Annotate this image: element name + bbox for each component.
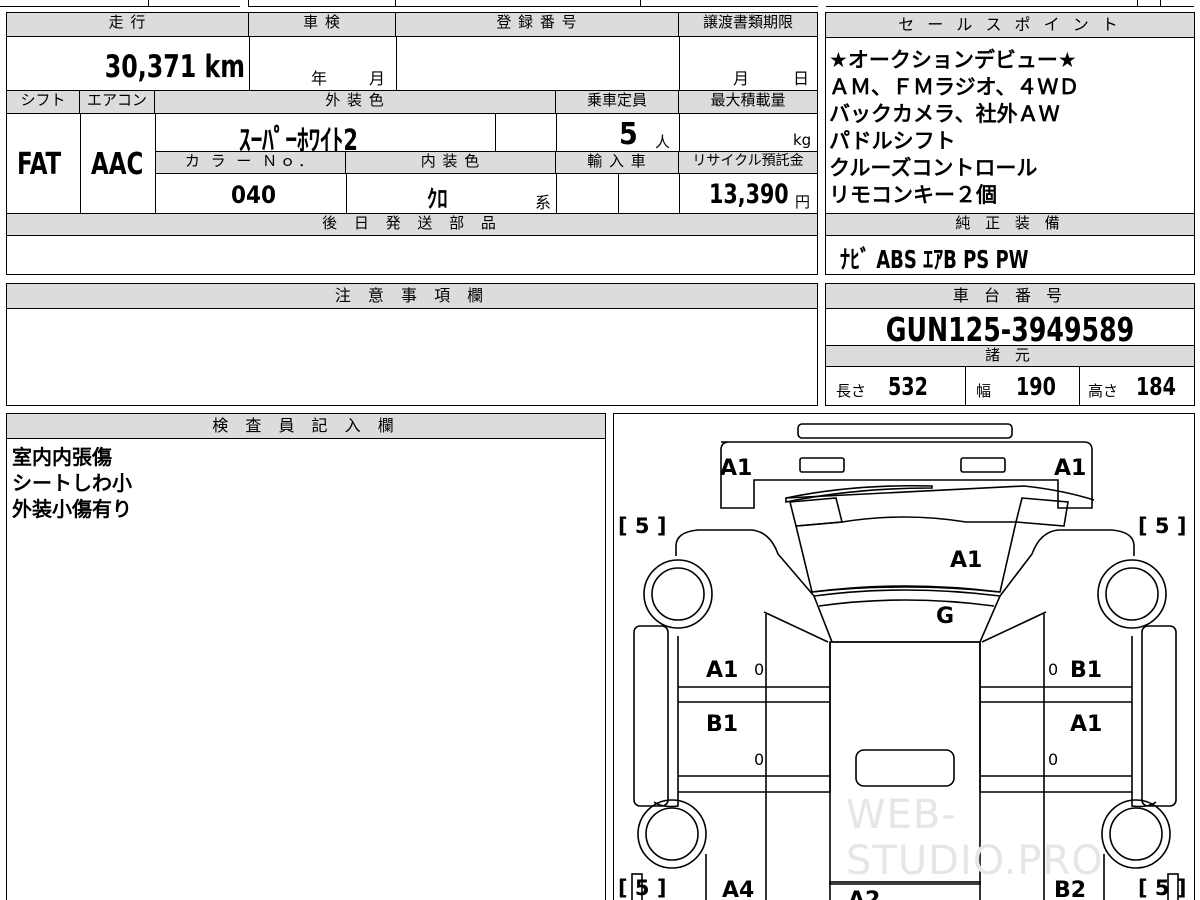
inspection-month-label: 月 (369, 69, 386, 88)
capacity-unit: 人 (655, 133, 671, 151)
front-right-damage: A1 (1054, 456, 1087, 481)
ac-header: エアコン (80, 91, 155, 114)
shift-header: シフト (7, 91, 80, 114)
interior-color-value: ｸﾛ (427, 185, 448, 213)
inspector-notes: 室内内張傷 シートしわ小 外装小傷有り (12, 444, 132, 522)
inspector-header: 検 査 員 記 入 欄 (7, 414, 605, 439)
recycle-value: 13,390 (709, 179, 789, 210)
mileage-header: 走 行 (7, 13, 249, 37)
width-label: 幅 (976, 382, 992, 400)
rear-right-damage: B2 (1054, 878, 1087, 900)
transfer-deadline-header: 譲渡書類期限 (679, 13, 817, 37)
damage-diagram-panel: WEB-STUDIO.PRO A1 A1 A1 G A1 B1 B1 A1 A4… (613, 413, 1195, 900)
zero-mark: 0 (1048, 660, 1059, 679)
zero-mark: 0 (754, 750, 765, 769)
inspector-note: 外装小傷有り (12, 497, 132, 521)
rear-center-damage: A2 (848, 888, 880, 900)
sales-points-list: ★オークションデビュー★ ＡＭ、ＦＭラジオ、４ＷＤ バックカメラ、社外ＡＷ パド… (829, 47, 1079, 209)
equipment-value: ﾅﾋﾞ ABS ｴｱB PS PW (840, 245, 1029, 274)
sales-points-header: セ ー ル ス ポ イ ン ト (826, 13, 1194, 38)
chassis-number: GUN125-3949589 (885, 310, 1135, 349)
notes-panel: 注 意 事 項 欄 (6, 283, 818, 406)
sales-point: バックカメラ、社外ＡＷ (829, 102, 1060, 126)
registration-header: 登 録 番 号 (396, 13, 679, 37)
recycle-header: リサイクル預託金 (679, 152, 817, 174)
left-front-door-damage: B1 (706, 712, 739, 737)
later-parts-header: 後 日 発 送 部 品 (7, 214, 817, 236)
exterior-color-header: 外 装 色 (155, 91, 556, 114)
height-label: 高さ (1088, 382, 1119, 400)
import-header: 輸 入 車 (556, 152, 679, 174)
hood-damage: A1 (950, 548, 983, 573)
chassis-panel: 車 台 番 号 GUN125-3949589 諸 元 長さ 532 幅 190 … (825, 283, 1195, 406)
load-unit: kg (793, 131, 812, 149)
tire-front-right: [ 5 ] (1138, 514, 1187, 538)
color-no-value: 040 (231, 181, 277, 209)
top-cropped-strip (0, 0, 1200, 8)
inspector-note: 室内内張傷 (12, 445, 112, 469)
width-value: 190 (1016, 372, 1056, 401)
height-value: 184 (1136, 372, 1176, 401)
sales-point: ★オークションデビュー★ (829, 48, 1077, 72)
watermark: WEB-STUDIO.PRO (846, 792, 1104, 884)
interior-color-header: 内 装 色 (346, 152, 556, 174)
front-left-damage: A1 (720, 456, 753, 481)
vehicle-info-table: 走 行 車 検 登 録 番 号 譲渡書類期限 30,371 km 年 月 月 日… (6, 12, 818, 275)
inspector-panel: 検 査 員 記 入 欄 室内内張傷 シートしわ小 外装小傷有り (6, 413, 606, 900)
sales-point: パドルシフト (829, 129, 956, 153)
equipment-header: 純 正 装 備 (826, 214, 1194, 236)
tire-front-left: [ 5 ] (618, 514, 667, 538)
capacity-header: 乗車定員 (556, 91, 679, 114)
notes-header: 注 意 事 項 欄 (7, 284, 817, 309)
capacity-value: 5 (619, 117, 638, 152)
inspection-year-label: 年 (311, 69, 328, 88)
zero-mark: 0 (754, 660, 765, 679)
zero-mark: 0 (1048, 750, 1059, 769)
windshield-damage: G (936, 604, 955, 629)
interior-color-suffix: 系 (535, 193, 552, 212)
chassis-header: 車 台 番 号 (826, 284, 1194, 309)
tire-rear-right: [ 5 ] (1138, 876, 1187, 900)
length-label: 長さ (836, 382, 867, 400)
shift-value: FAT (17, 147, 62, 182)
inspection-header: 車 検 (249, 13, 396, 37)
mileage-value: 30,371 km (104, 49, 245, 85)
ac-value: AAC (91, 147, 144, 182)
length-value: 532 (888, 372, 928, 401)
rear-left-damage: A4 (722, 878, 755, 900)
recycle-unit: 円 (795, 193, 811, 211)
color-no-header: カ ラ ー Ｎｏ． (156, 152, 346, 174)
sales-point: ＡＭ、ＦＭラジオ、４ＷＤ (829, 75, 1080, 99)
transfer-day-label: 日 (793, 69, 810, 88)
right-front-door-damage: A1 (1070, 712, 1103, 737)
sales-point: クルーズコントロール (829, 156, 1038, 180)
right-fender-damage: B1 (1070, 658, 1103, 683)
max-load-header: 最大積載量 (679, 91, 817, 114)
sales-point: リモコンキー２個 (829, 183, 997, 207)
tire-rear-left: [ 5 ] (618, 876, 667, 900)
left-fender-damage: A1 (706, 658, 739, 683)
transfer-month-label: 月 (733, 69, 750, 88)
inspector-note: シートしわ小 (12, 471, 132, 495)
spec-header: 諸 元 (826, 345, 1194, 367)
sales-points-panel: セ ー ル ス ポ イ ン ト ★オークションデビュー★ ＡＭ、ＦＭラジオ、４Ｗ… (825, 12, 1195, 275)
